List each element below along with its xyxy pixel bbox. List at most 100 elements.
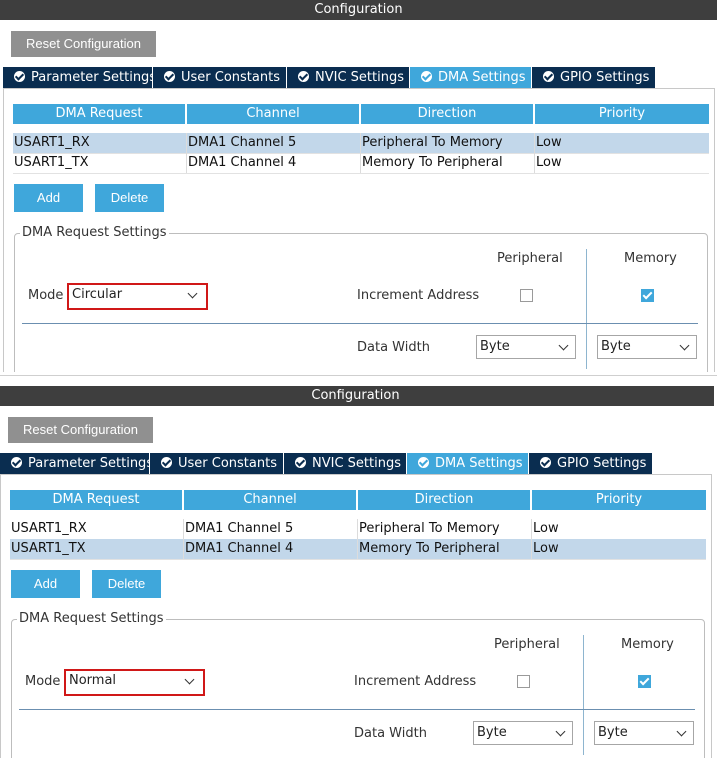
data-width-memory-value: Byte [601, 339, 631, 354]
chevron-down-icon [555, 726, 566, 737]
peripheral-column-label: Peripheral [497, 251, 563, 266]
tab-nvic-settings[interactable]: NVIC Settings [284, 453, 407, 474]
panel-divider [0, 372, 717, 386]
tab-label: User Constants [178, 456, 277, 471]
check-circle-icon [421, 71, 432, 82]
tab-nvic-settings[interactable]: NVIC Settings [287, 67, 410, 88]
chevron-down-icon [187, 288, 198, 299]
chevron-down-icon [558, 340, 569, 351]
increment-peripheral-checkbox[interactable] [520, 289, 533, 302]
config-title-bar: Configuration [0, 386, 714, 406]
table-row[interactable]: USART1_TX DMA1 Channel 4 Memory To Perip… [13, 153, 709, 173]
table-cell-request: USART1_TX [10, 539, 184, 559]
chevron-down-icon [184, 674, 195, 685]
config-title: Configuration [314, 2, 403, 17]
tab-label: GPIO Settings [557, 456, 647, 471]
check-circle-icon [14, 71, 25, 82]
mode-select[interactable]: Normal [64, 669, 205, 696]
mode-value: Circular [72, 287, 123, 302]
data-width-label: Data Width [354, 726, 427, 741]
column-header-priority[interactable]: Priority [532, 490, 706, 510]
table-cell-channel: DMA1 Channel 4 [187, 153, 361, 173]
table-row[interactable]: USART1_RX DMA1 Channel 5 Peripheral To M… [10, 519, 706, 539]
config-title-bar: Configuration [0, 0, 717, 20]
mode-label: Mode [25, 674, 61, 689]
table-cell-channel: DMA1 Channel 5 [184, 519, 358, 539]
tab-user-constants[interactable]: User Constants [153, 67, 287, 88]
column-header-direction[interactable]: Direction [361, 104, 533, 124]
tab-user-constants[interactable]: User Constants [150, 453, 284, 474]
tab-gpio-settings[interactable]: GPIO Settings [529, 453, 653, 474]
row-separator [13, 173, 709, 174]
data-width-peripheral-select[interactable]: Byte [473, 721, 573, 745]
settings-separator [22, 323, 698, 324]
mode-label: Mode [28, 288, 64, 303]
table-cell-priority: Low [533, 541, 559, 556]
increment-peripheral-checkbox[interactable] [517, 675, 530, 688]
table-cell-priority: Low [536, 155, 562, 170]
add-button[interactable]: Add [11, 570, 80, 598]
table-row[interactable]: USART1_TX DMA1 Channel 4 Memory To Perip… [10, 539, 706, 559]
tab-dma-settings[interactable]: DMA Settings [410, 67, 532, 88]
column-header-direction[interactable]: Direction [358, 490, 530, 510]
tab-dma-settings[interactable]: DMA Settings [407, 453, 529, 474]
tab-label: Parameter Settings [28, 456, 154, 471]
column-divider [583, 635, 584, 755]
increment-memory-checkbox[interactable] [638, 675, 651, 688]
data-width-memory-select[interactable]: Byte [597, 335, 697, 359]
tab-label: User Constants [181, 70, 280, 85]
add-button[interactable]: Add [14, 184, 83, 212]
table-cell-priority: Low [536, 135, 562, 150]
table-row[interactable]: USART1_RX DMA1 Channel 5 Peripheral To M… [13, 133, 709, 153]
memory-column-label: Memory [621, 637, 674, 652]
check-circle-icon [295, 457, 306, 468]
table-cell-request: USART1_TX [13, 153, 187, 173]
check-circle-icon [540, 457, 551, 468]
column-header-dma-request[interactable]: DMA Request [10, 490, 182, 510]
tab-label: Parameter Settings [31, 70, 157, 85]
increment-address-label: Increment Address [354, 674, 477, 689]
data-width-peripheral-value: Byte [480, 339, 510, 354]
tab-label: DMA Settings [438, 70, 526, 85]
data-width-label: Data Width [357, 340, 430, 355]
column-divider [586, 249, 587, 369]
dma-request-settings-legend: DMA Request Settings [17, 611, 166, 626]
increment-memory-checkbox[interactable] [641, 289, 654, 302]
chevron-down-icon [676, 726, 687, 737]
tab-label: DMA Settings [435, 456, 523, 471]
table-cell-direction: Memory To Peripheral [358, 539, 532, 559]
tab-label: GPIO Settings [560, 70, 650, 85]
reset-configuration-button[interactable]: Reset Configuration [11, 31, 156, 57]
table-cell-request: USART1_RX [13, 133, 187, 153]
column-header-dma-request[interactable]: DMA Request [13, 104, 185, 124]
peripheral-column-label: Peripheral [494, 637, 560, 652]
check-circle-icon [161, 457, 172, 468]
reset-configuration-button[interactable]: Reset Configuration [8, 417, 153, 443]
delete-button[interactable]: Delete [92, 570, 161, 598]
check-circle-icon [298, 71, 309, 82]
memory-column-label: Memory [624, 251, 677, 266]
table-cell-priority: Low [533, 521, 559, 536]
tab-label: NVIC Settings [312, 456, 401, 471]
check-circle-icon [164, 71, 175, 82]
tab-parameter-settings[interactable]: Parameter Settings [0, 453, 154, 474]
table-cell-request: USART1_RX [10, 519, 184, 539]
check-circle-icon [11, 457, 22, 468]
table-cell-direction: Peripheral To Memory [361, 133, 535, 153]
dma-request-settings-legend: DMA Request Settings [20, 225, 169, 240]
column-header-channel[interactable]: Channel [184, 490, 356, 510]
check-circle-icon [418, 457, 429, 468]
data-width-memory-value: Byte [598, 725, 628, 740]
column-header-channel[interactable]: Channel [187, 104, 359, 124]
data-width-memory-select[interactable]: Byte [594, 721, 694, 745]
column-header-priority[interactable]: Priority [535, 104, 709, 124]
mode-select[interactable]: Circular [67, 283, 208, 310]
tab-parameter-settings[interactable]: Parameter Settings [3, 67, 157, 88]
tab-gpio-settings[interactable]: GPIO Settings [532, 67, 656, 88]
table-cell-channel: DMA1 Channel 4 [184, 539, 358, 559]
data-width-peripheral-select[interactable]: Byte [476, 335, 576, 359]
delete-button[interactable]: Delete [95, 184, 164, 212]
configuration-panel-1: Configuration Reset Configuration Parame… [0, 0, 717, 372]
table-cell-direction: Peripheral To Memory [358, 519, 532, 539]
chevron-down-icon [679, 340, 690, 351]
